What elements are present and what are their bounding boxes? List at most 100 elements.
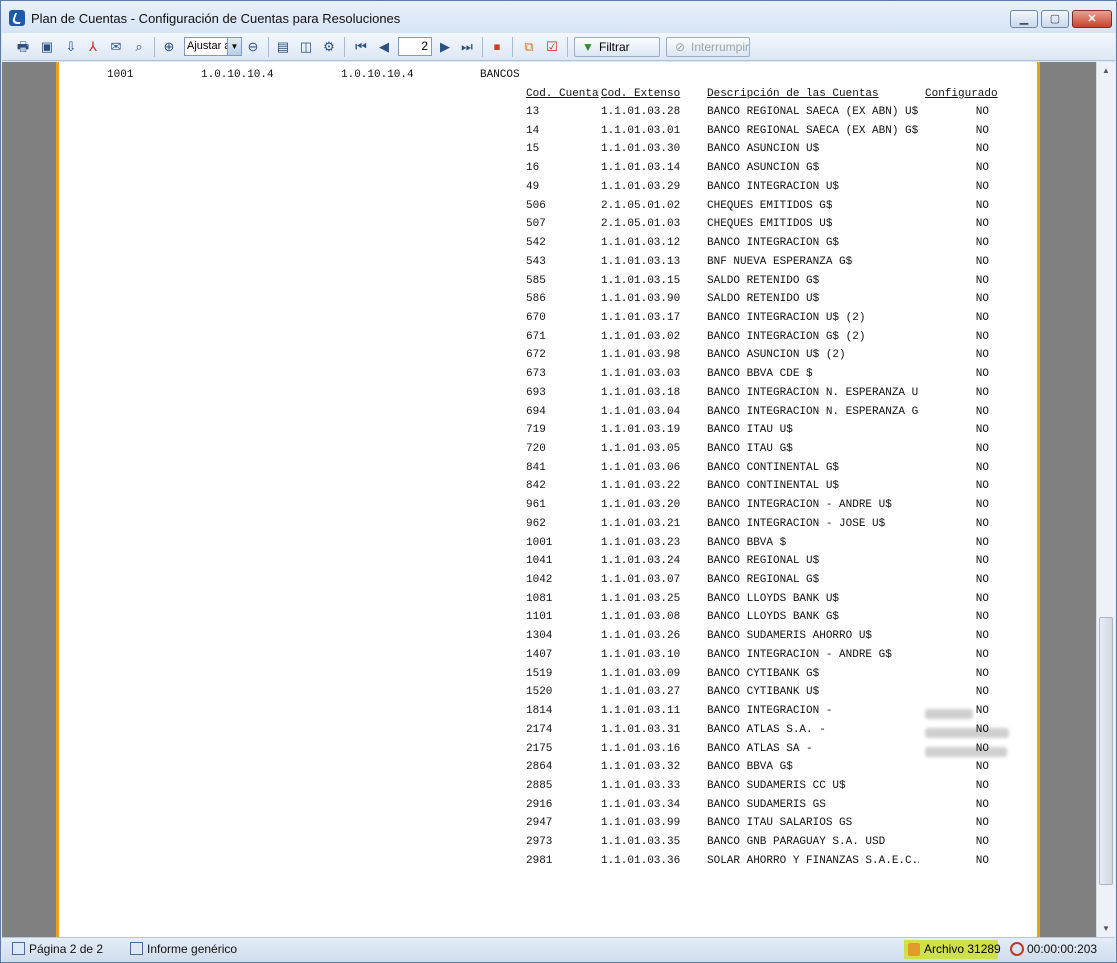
zoom-out-icon[interactable]: ⊖ bbox=[244, 38, 262, 56]
email-icon[interactable]: ✉ bbox=[107, 38, 125, 56]
previous-page-icon[interactable]: ◀ bbox=[375, 38, 393, 56]
find-icon[interactable]: ⌕ bbox=[130, 38, 148, 56]
cell-cod-cuenta: 719 bbox=[526, 424, 546, 437]
cell-cod-extenso: 1.1.01.03.19 bbox=[601, 424, 681, 437]
two-page-icon[interactable]: ◫ bbox=[297, 38, 315, 56]
cell-configurado: NO bbox=[975, 854, 989, 867]
cell-cod-cuenta: 1304 bbox=[526, 630, 553, 643]
table-row: 672 1.1.01.03.98 BANCO ASUNCION U$ (2) NO bbox=[59, 349, 1037, 367]
cell-cod-extenso: 2.1.05.01.03 bbox=[601, 218, 681, 231]
interrupt-icon: ⊘ bbox=[674, 40, 686, 54]
first-page-icon[interactable]: ⏮ bbox=[352, 38, 370, 56]
report-viewer[interactable]: 1001 1.0.10.10.4 1.0.10.10.4 BANCOS Cod.… bbox=[2, 62, 1115, 937]
table-row: 1081 1.1.01.03.25 BANCO LLOYDS BANK U$ NO bbox=[59, 593, 1037, 611]
filter-button-label: Filtrar bbox=[599, 40, 630, 54]
table-row: 719 1.1.01.03.19 BANCO ITAU U$ NO bbox=[59, 424, 1037, 442]
file-icon bbox=[908, 943, 920, 956]
table-row: 1001 1.1.01.03.23 BANCO BBVA $ NO bbox=[59, 537, 1037, 555]
cell-cod-cuenta: 1814 bbox=[526, 705, 553, 717]
cell-cod-cuenta: 671 bbox=[526, 330, 546, 343]
copy-icon[interactable]: ⧉ bbox=[520, 38, 538, 56]
next-page-icon[interactable]: ▶ bbox=[436, 38, 454, 56]
app-icon bbox=[9, 10, 25, 26]
table-row: 1304 1.1.01.03.26 BANCO SUDAMERIS AHORRO U… bbox=[59, 630, 1037, 648]
cell-descripcion: BANCO CONTINENTAL G$ bbox=[707, 461, 840, 474]
cell-configurado: NO bbox=[975, 405, 989, 418]
table-row: 2175 1.1.01.03.16 BANCO ATLAS SA - NO bbox=[59, 743, 1037, 761]
elapsed-timer: 00:00:00:203 bbox=[1010, 942, 1097, 956]
zoom-in-icon[interactable]: ⊕ bbox=[160, 38, 178, 56]
cell-configurado: NO bbox=[975, 705, 989, 717]
cell-configurado: NO bbox=[975, 368, 989, 381]
cell-cod-extenso: 1.1.01.03.98 bbox=[601, 349, 681, 362]
title-bar[interactable]: Plan de Cuentas - Configuración de Cuent… bbox=[1, 1, 1116, 33]
cell-configurado: NO bbox=[975, 180, 989, 193]
maximize-button[interactable]: ▢ bbox=[1041, 10, 1069, 28]
cell-cod-extenso: 1.1.01.03.11 bbox=[601, 705, 681, 717]
table-row: 1520 1.1.01.03.27 BANCO CYTIBANK U$ NO bbox=[59, 686, 1037, 704]
cell-descripcion: BANCO CONTINENTAL U$ bbox=[707, 480, 840, 493]
cell-configurado: NO bbox=[975, 499, 989, 512]
cell-configurado: NO bbox=[975, 124, 989, 137]
cell-cod-cuenta: 670 bbox=[526, 311, 546, 324]
toolbar-separator bbox=[344, 37, 345, 57]
cell-configurado: NO bbox=[975, 630, 989, 643]
table-row: 842 1.1.01.03.22 BANCO CONTINENTAL U$ NO bbox=[59, 480, 1037, 498]
cell-cod-cuenta: 2885 bbox=[526, 779, 553, 792]
cell-descripcion: BANCO REGIONAL U$ bbox=[707, 555, 820, 568]
pdf-icon[interactable]: ⅄ bbox=[84, 38, 102, 56]
vertical-scrollbar[interactable]: ▲ ▼ bbox=[1096, 62, 1115, 937]
cell-configurado: NO bbox=[975, 779, 989, 792]
chevron-down-icon[interactable]: ▼ bbox=[227, 38, 241, 55]
zoom-select[interactable]: Ajustar a ▼ bbox=[184, 37, 242, 56]
page-number-input[interactable]: 2 bbox=[398, 37, 432, 56]
cell-configurado: NO bbox=[975, 443, 989, 455]
table-row: 2916 1.1.01.03.34 BANCO SUDAMERIS GS NO bbox=[59, 799, 1037, 817]
table-row: 670 1.1.01.03.17 BANCO INTEGRACION U$ (2) N… bbox=[59, 312, 1037, 330]
cell-cod-cuenta: 1101 bbox=[526, 611, 553, 624]
save-icon[interactable]: ▣ bbox=[38, 38, 56, 56]
cell-cod-extenso: 1.1.01.03.22 bbox=[601, 480, 681, 493]
cell-cod-extenso: 1.1.01.03.04 bbox=[601, 405, 681, 418]
print-icon[interactable]: 🖶 bbox=[14, 38, 32, 56]
cell-configurado: NO bbox=[975, 162, 989, 175]
cell-configurado: NO bbox=[975, 723, 989, 736]
cell-configurado: NO bbox=[975, 480, 989, 493]
cell-cod-cuenta: 2174 bbox=[526, 723, 553, 736]
cell-cod-cuenta: 507 bbox=[526, 218, 546, 231]
cell-descripcion: BANCO INTEGRACION N. ESPERANZA U$ bbox=[707, 386, 919, 399]
export-icon[interactable]: ⇩ bbox=[62, 38, 80, 56]
check-icon[interactable]: ☑ bbox=[543, 38, 561, 56]
cell-descripcion: BANCO CYTIBANK U$ bbox=[707, 686, 820, 699]
settings-icon[interactable]: ⚙ bbox=[320, 38, 338, 56]
scroll-down-icon[interactable]: ▼ bbox=[1097, 920, 1115, 937]
cell-cod-extenso: 1.1.01.03.32 bbox=[601, 761, 681, 774]
minimize-button[interactable]: ▁ bbox=[1010, 10, 1038, 28]
cell-configurado: NO bbox=[975, 592, 989, 605]
table-row: 2947 1.1.01.03.99 BANCO ITAU SALARIOS GS NO bbox=[59, 817, 1037, 835]
cell-cod-cuenta: 694 bbox=[526, 405, 546, 418]
table-row: 962 1.1.01.03.21 BANCO INTEGRACION - JOSÉ … bbox=[59, 518, 1037, 536]
filter-button[interactable]: ▼ Filtrar bbox=[574, 37, 660, 57]
cell-cod-extenso: 1.1.01.03.26 bbox=[601, 630, 681, 643]
table-row: 586 1.1.01.03.90 SALDO RETENIDO U$ NO bbox=[59, 293, 1037, 311]
header-descripcion: Descripción de las Cuentas bbox=[707, 88, 879, 100]
cell-cod-extenso: 2.1.05.01.02 bbox=[601, 199, 681, 212]
interrupt-button[interactable]: ⊘ Interrumpir bbox=[666, 37, 750, 57]
table-row: 1814 1.1.01.03.11 BANCO INTEGRACION - NO bbox=[59, 705, 1037, 723]
cell-descripcion: BANCO ASUNCION U$ (2) bbox=[707, 349, 846, 362]
interrupt-button-label: Interrumpir bbox=[691, 40, 750, 54]
scrollbar-thumb[interactable] bbox=[1099, 617, 1113, 885]
cell-descripcion: BNF NUEVA ESPERANZA G$ bbox=[707, 255, 853, 268]
last-page-icon[interactable]: ⏭ bbox=[458, 38, 476, 56]
cell-cod-extenso: 1.1.01.03.18 bbox=[601, 386, 681, 399]
stop-icon[interactable]: ⏹ bbox=[488, 38, 506, 56]
table-row: 961 1.1.01.03.20 BANCO INTEGRACION - ANDRE… bbox=[59, 499, 1037, 517]
scroll-up-icon[interactable]: ▲ bbox=[1097, 62, 1115, 79]
cell-configurado: NO bbox=[975, 555, 989, 568]
single-page-icon[interactable]: ▤ bbox=[274, 38, 292, 56]
table-row: 14 1.1.01.03.01 BANCO REGIONAL SAECA (EX A… bbox=[59, 125, 1037, 143]
report-window: Plan de Cuentas - Configuración de Cuent… bbox=[0, 0, 1117, 963]
toolbar: 🖶 ▣ ⇩ ⅄ ✉ ⌕ ⊕ Ajustar a ▼ ⊖ ▤ ◫ ⚙ ⏮ ◀ 2 … bbox=[2, 33, 1115, 61]
close-button[interactable]: ✕ bbox=[1072, 10, 1112, 28]
